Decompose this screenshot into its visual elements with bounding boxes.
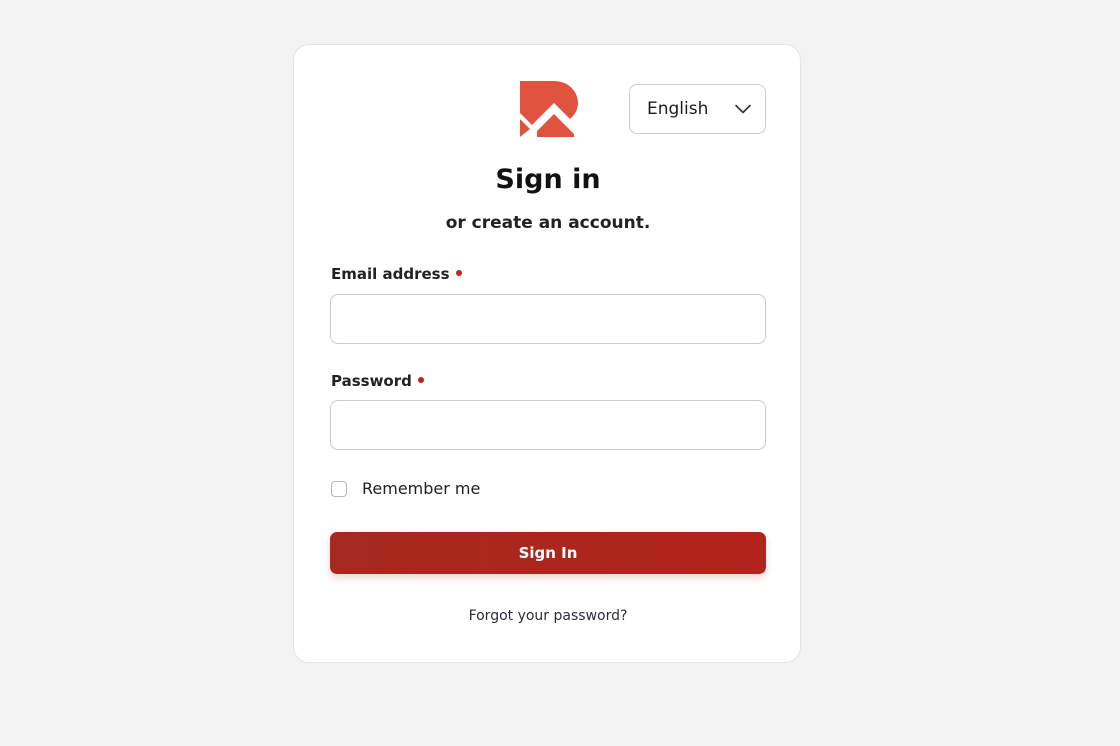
page-title: Sign in — [495, 164, 601, 195]
password-label-text: Password — [331, 372, 412, 390]
email-label-text: Email address — [331, 265, 450, 283]
password-field[interactable] — [330, 400, 766, 450]
create-account-link[interactable]: or create an account. — [294, 213, 802, 233]
remember-me-checkbox[interactable] — [331, 480, 347, 497]
password-label: Password — [331, 372, 424, 390]
email-label: Email address — [331, 265, 462, 283]
language-select[interactable]: English — [629, 84, 766, 134]
sign-in-card: English Sign in or create an account. Em… — [293, 44, 801, 663]
email-field[interactable] — [330, 294, 766, 344]
required-indicator-icon — [417, 377, 424, 383]
remember-me-option[interactable]: Remember me — [331, 479, 480, 498]
chevron-down-icon — [735, 104, 751, 114]
forgot-password-link[interactable]: Forgot your password? — [294, 608, 802, 624]
brand-logo-icon — [520, 81, 578, 137]
remember-me-label: Remember me — [362, 479, 481, 498]
sign-in-button[interactable]: Sign In — [330, 532, 766, 574]
language-select-value: English — [647, 99, 709, 119]
required-indicator-icon — [455, 270, 462, 276]
